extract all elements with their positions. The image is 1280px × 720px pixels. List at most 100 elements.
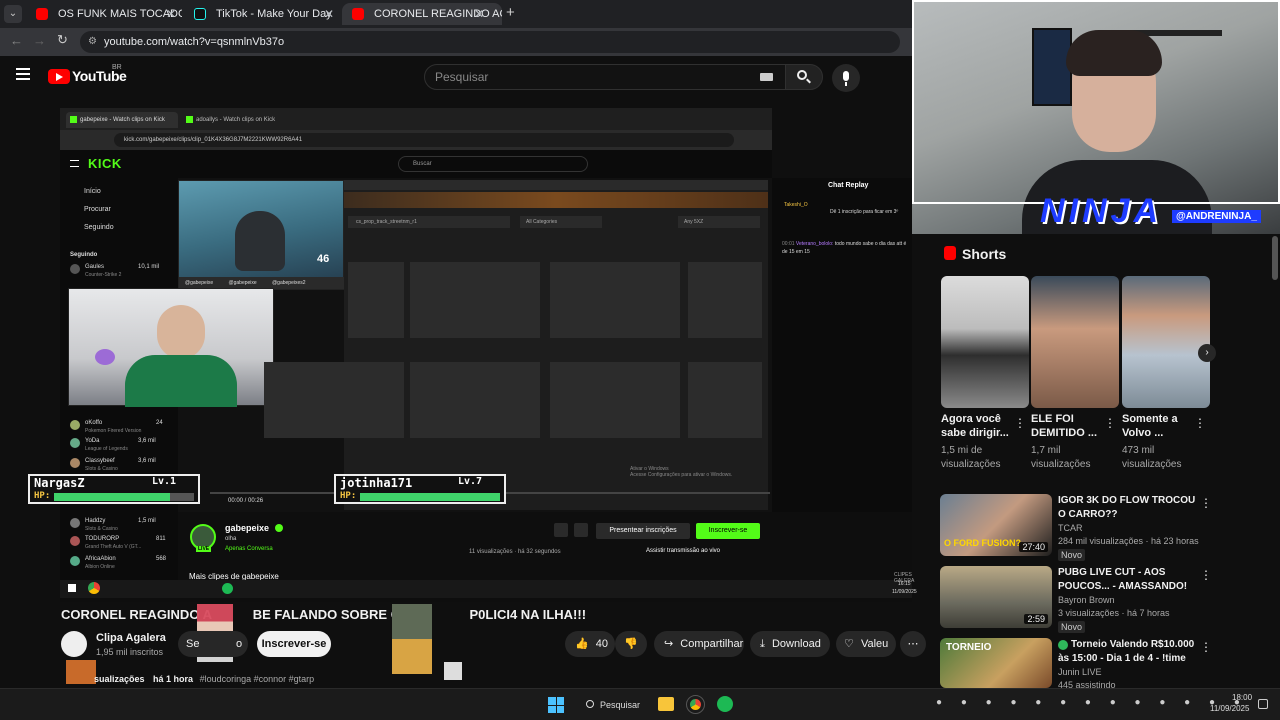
join-button[interactable]: Se o (178, 631, 248, 657)
channel-name: Haddzy (85, 518, 106, 524)
inner-browser-tabs: gabepeixe - Watch clips on Kick adoallys… (60, 108, 772, 130)
site-info-icon[interactable]: ⚙ (88, 31, 97, 53)
rec-title[interactable]: PUBG LIVE CUT - AOS POUCOS... - AMASSAND… (1058, 566, 1198, 594)
kick-nav-inicio: Início (84, 188, 101, 195)
video-title-start: CORONEL REAGINDO A (61, 607, 212, 622)
short-thumbnail[interactable] (1122, 276, 1210, 408)
hp-overlay-nargasz: NargasZ Lv.1 HP: (28, 474, 200, 504)
hp-level: Lv.7 (458, 476, 483, 487)
short-thumbnail[interactable] (1031, 276, 1119, 408)
channel-subscribers: 1,95 mil inscritos (96, 647, 164, 657)
close-tab-icon[interactable]: ✕ (166, 3, 176, 25)
dislike-button[interactable]: 👎 (615, 631, 647, 657)
channel-game: Grand Theft Auto V (GT... (85, 544, 142, 550)
rec-more-icon[interactable]: ⋮ (1200, 568, 1212, 582)
channel-name[interactable]: Clipa Agalera (96, 632, 166, 644)
video-thumbnail[interactable]: O FORD FUSION? 27:40 (940, 494, 1052, 556)
file-explorer-icon[interactable] (658, 697, 674, 711)
share-button[interactable]: ↪ Compartilhar (654, 631, 744, 657)
youtube-favicon-icon (36, 8, 48, 20)
game-grid-cell (550, 362, 680, 438)
reload-icon[interactable]: ↻ (57, 32, 68, 48)
game-grid-cell (410, 262, 540, 338)
rec-more-icon[interactable]: ⋮ (1200, 640, 1212, 654)
inner-tab-1: gabepeixe - Watch clips on Kick (66, 112, 178, 128)
channel-name: TODURORP (85, 536, 120, 542)
keyboard-icon[interactable] (760, 73, 773, 81)
rec-title[interactable]: Torneio Valendo R$10.000 às 15:00 - Dia … (1058, 638, 1198, 666)
browser-tab-1[interactable]: OS FUNK MAIS TOCADOS DE 2 ✕ (26, 3, 182, 25)
more-actions-button[interactable]: ⋯ (900, 631, 926, 657)
heart-icon (574, 523, 588, 537)
notification-icon[interactable] (1258, 699, 1268, 709)
short-title[interactable]: ELE FOI DEMITIDO ... (1031, 412, 1103, 440)
short-more-icon[interactable]: ⋮ (1014, 416, 1026, 430)
new-badge: Novo (1058, 621, 1086, 633)
hp-overlay-jotinha: jotinha171 Lv.7 HP: (334, 474, 506, 504)
clock-time[interactable]: 18:00 (1232, 693, 1252, 702)
hp-bar (360, 493, 500, 501)
thumbs-down-icon: 👎 (624, 638, 638, 650)
channel-avatar (70, 518, 80, 528)
tray-icons[interactable]: ● ● ● ● ● ● ● ● ● ● ● ● ● (936, 697, 1240, 713)
close-tab-icon[interactable]: ✕ (324, 3, 334, 25)
chat-msg-time: 00:01 (782, 241, 795, 247)
hp-label: HP: (34, 491, 51, 501)
short-more-icon[interactable]: ⋮ (1104, 416, 1116, 430)
search-button[interactable] (785, 64, 823, 90)
channel-count: 24 (156, 420, 163, 426)
spotify-icon[interactable] (717, 696, 733, 712)
tab-list-chevron-icon[interactable]: ⌄ (4, 5, 22, 23)
country-code: BR (112, 64, 122, 71)
windows-start-icon[interactable] (548, 697, 564, 713)
subscribe-button[interactable]: Inscrever-se (257, 631, 331, 657)
shorts-next-chevron-icon[interactable]: › (1198, 344, 1216, 362)
rec-title[interactable]: IGOR 3K DO FLOW TROCOU O CARRO?? (1058, 494, 1198, 522)
menu-hamburger-icon[interactable] (16, 68, 30, 80)
inner-spotify-icon (222, 583, 233, 594)
like-button[interactable]: 👍 40 (565, 631, 615, 657)
back-icon[interactable]: ← (10, 33, 23, 48)
kick-player-time: 00:00 / 00:26 (228, 498, 264, 504)
video-duration: 27:40 (1019, 542, 1048, 552)
voice-search-mic-icon[interactable] (832, 64, 860, 92)
short-title[interactable]: Agora você sabe dirigir... (941, 412, 1013, 440)
video-duration: 2:59 (1024, 614, 1048, 624)
close-tab-icon[interactable]: ✕ (474, 3, 484, 25)
rec-meta: 3 visualizações · há 7 horas (1058, 608, 1170, 618)
download-button[interactable]: ⤓ Download (750, 631, 830, 657)
short-more-icon[interactable]: ⋮ (1194, 416, 1206, 430)
video-thumbnail[interactable]: 2:59 (940, 566, 1052, 628)
new-tab-plus-icon[interactable]: + (506, 4, 515, 21)
forward-icon[interactable]: → (33, 33, 46, 48)
gift-subs-button: Presentear inscrições (596, 523, 690, 539)
video-thumbnail[interactable]: TORNEIO (940, 638, 1052, 688)
rec-more-icon[interactable]: ⋮ (1200, 496, 1212, 510)
browser-tab-3[interactable]: CORONEL REAGINDO AO ✕ (342, 3, 502, 25)
join-fragment-right: o (236, 638, 243, 650)
address-bar[interactable]: ⚙ youtube.com/watch?v=qsnmlnVb37o (80, 31, 900, 53)
inner-tray-date: 11/09/2025 (892, 589, 917, 595)
clock-date[interactable]: 11/09/2025 (1210, 704, 1249, 713)
channel-name: oKoffo (85, 420, 103, 426)
short-thumbnail[interactable] (941, 276, 1029, 408)
channel-avatar[interactable] (61, 631, 87, 657)
scrollbar[interactable] (1272, 236, 1278, 280)
browser-tab-2[interactable]: TikTok - Make Your Day ✕ (184, 3, 340, 25)
clip-views: 11 visualizações · há 32 segundos (469, 549, 561, 555)
video-player[interactable]: gabepeixe - Watch clips on Kick adoallys… (60, 108, 772, 512)
ninja-brand: NINJA (1040, 192, 1163, 230)
kick-webcam-top: 46 @gabepeixe @gabepeixe @gabepeixes2 (178, 180, 345, 290)
channel-count: 10,1 mil (138, 264, 160, 270)
download-icon: ⤓ (760, 638, 765, 650)
thanks-button[interactable]: ♡ Valeu (836, 631, 896, 657)
rec-channel: TCAR (1058, 523, 1083, 533)
inner-address-bar: kick.com/gabepeixe/clips/clip_01K4X36G8J… (60, 130, 772, 150)
short-title[interactable]: Somente a Volvo ... (1122, 412, 1194, 440)
game-topbar (344, 180, 768, 190)
chrome-icon[interactable] (686, 695, 705, 714)
search-input[interactable]: Pesquisar (424, 64, 786, 90)
verified-icon (275, 524, 283, 532)
taskbar-search[interactable]: Pesquisar (582, 694, 644, 716)
share-label: Compartilhar (680, 638, 744, 650)
